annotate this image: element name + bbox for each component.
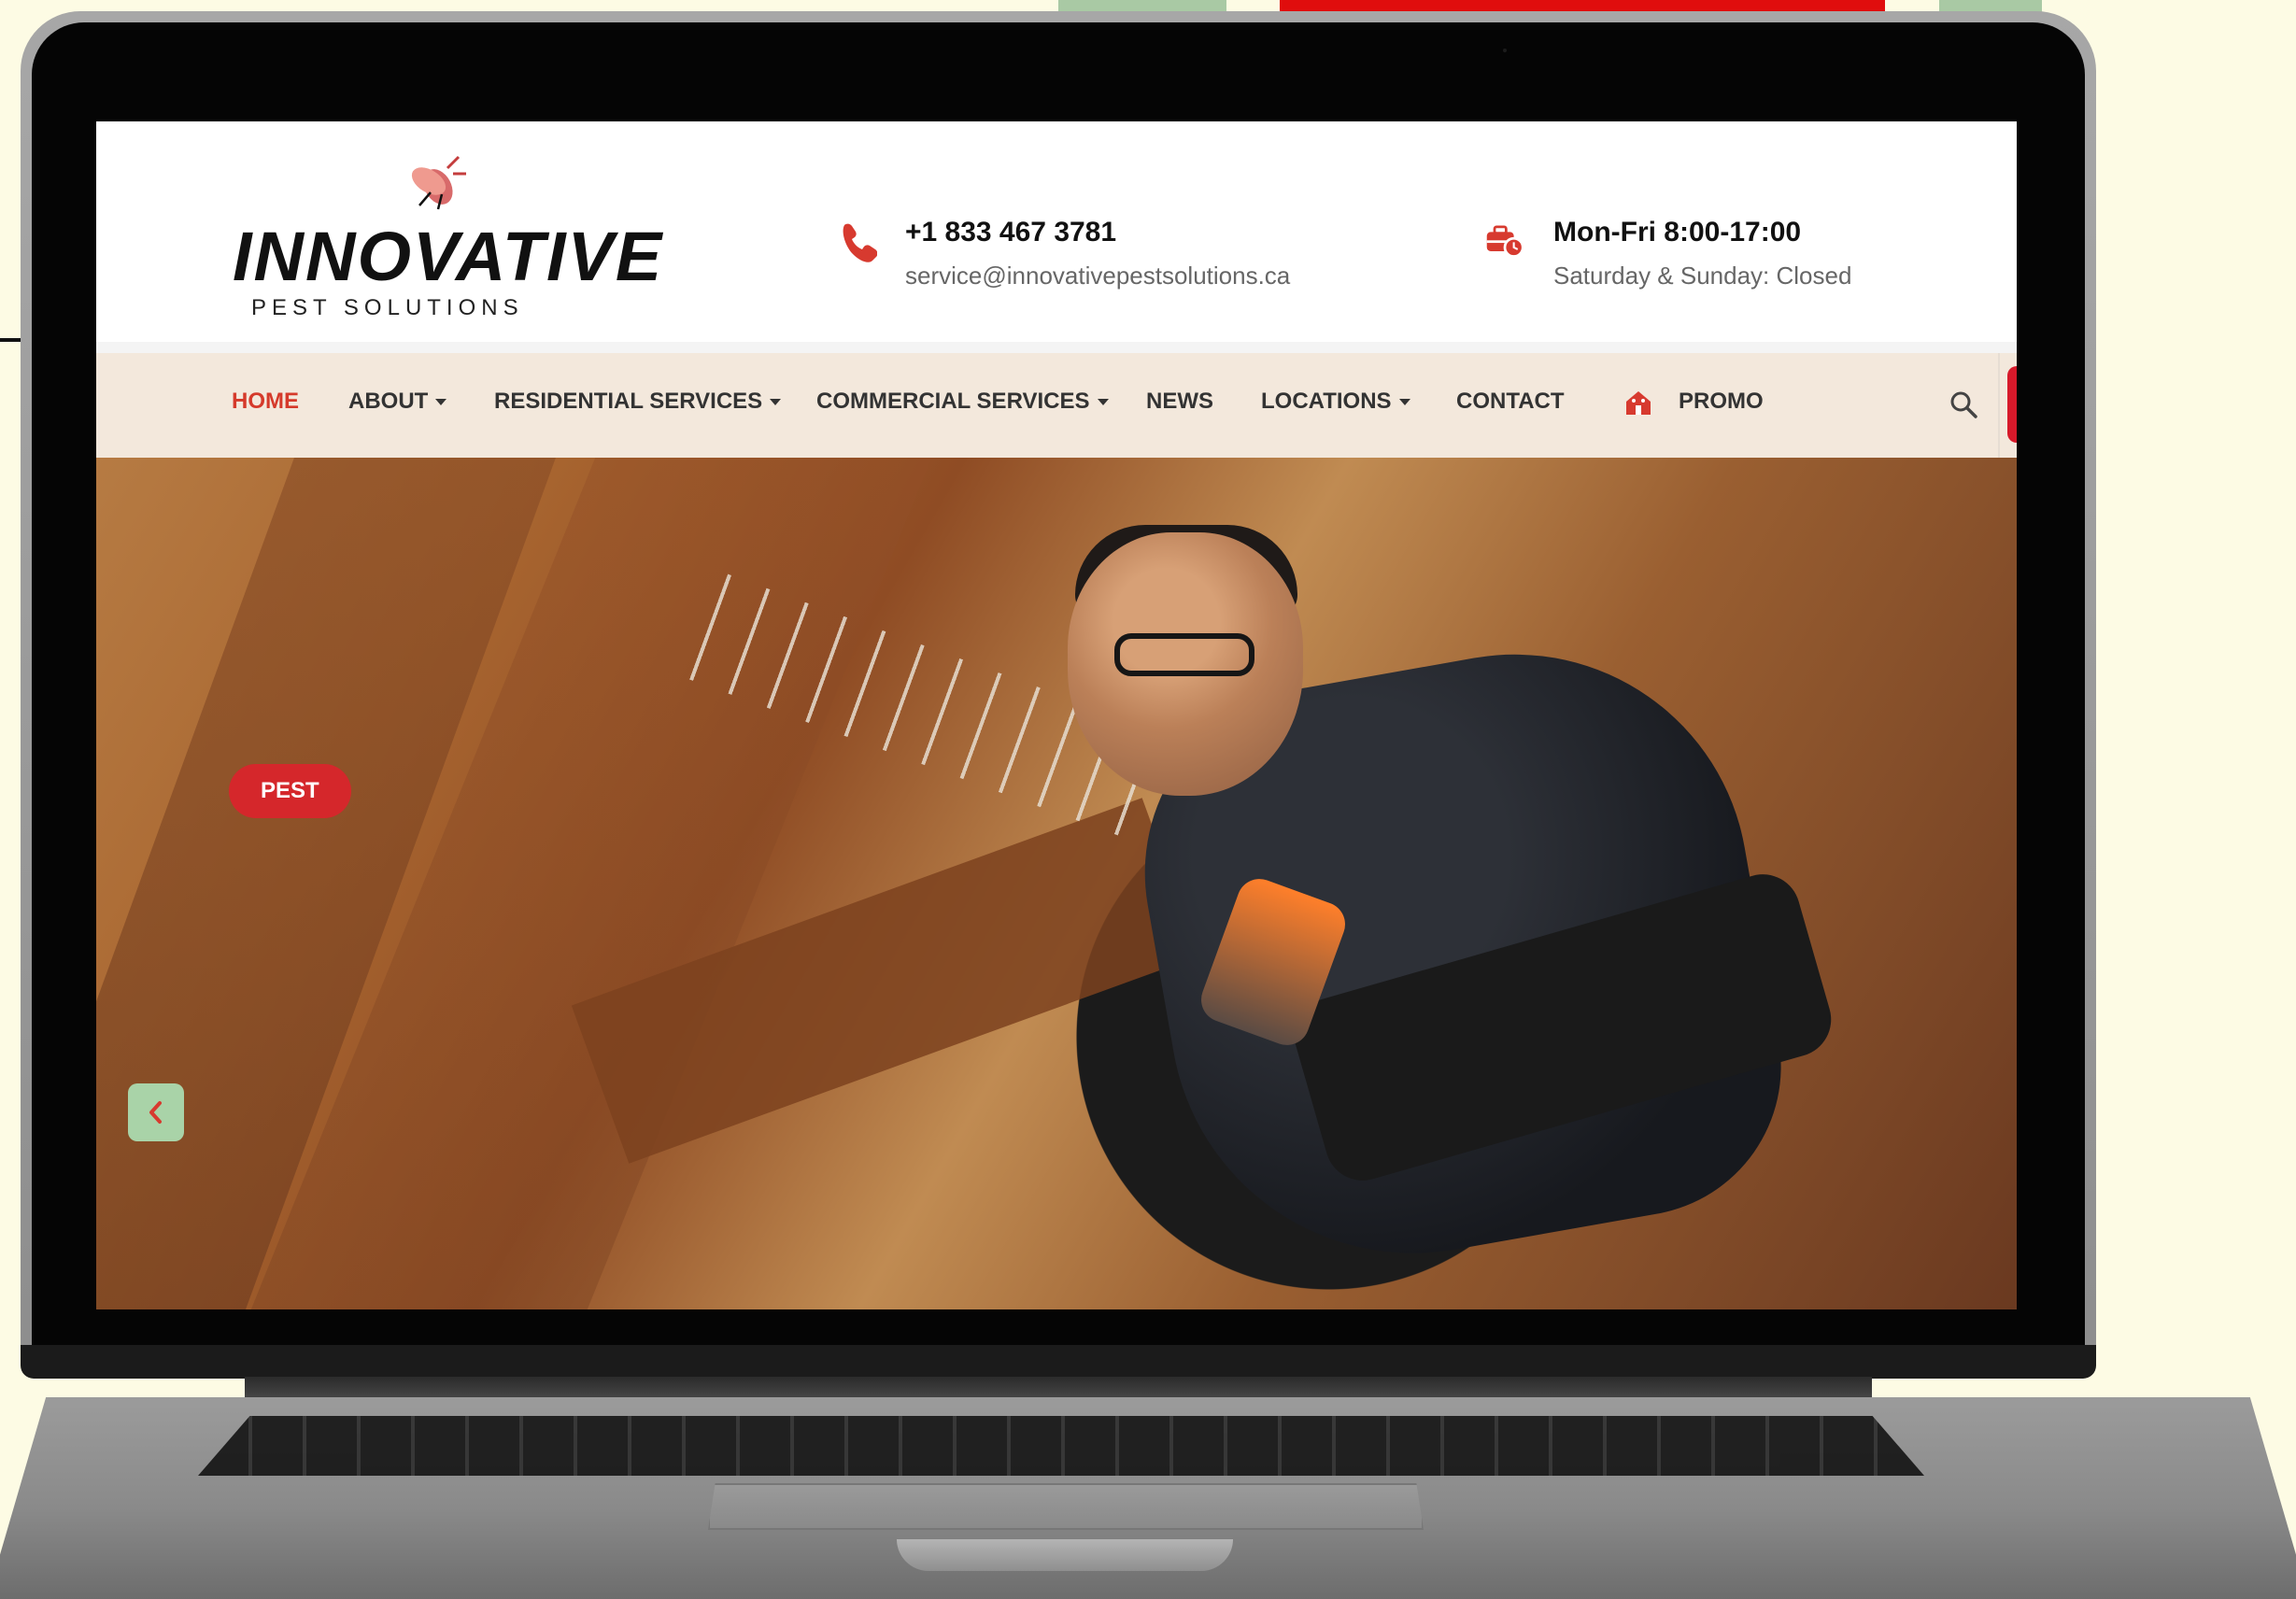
pest-badge[interactable]: PEST — [229, 764, 351, 818]
nav-locations[interactable]: LOCATIONS — [1261, 389, 1410, 415]
weekday-hours: Mon-Fri 8:00-17:00 — [1553, 217, 1802, 248]
hero-slider: PEST — [96, 458, 2017, 1309]
laptop-front-notch — [897, 1539, 1233, 1571]
site-logo[interactable]: INNOVATIVE PEST SOLUTIONS — [233, 155, 661, 320]
laptop-keyboard — [198, 1416, 1924, 1476]
nav-residential-services[interactable]: RESIDENTIAL SERVICES — [494, 389, 782, 415]
main-navigation: HOME ABOUT RESIDENTIAL SERVICES COMMERCI… — [96, 353, 2017, 458]
chevron-left-icon — [149, 1101, 162, 1124]
camera-dot — [1503, 49, 1507, 52]
dropdown-arrow-icon — [1097, 399, 1109, 406]
weekend-hours: Saturday & Sunday: Closed — [1553, 262, 1852, 290]
nav-commercial-label: COMMERCIAL SERVICES — [816, 389, 1090, 414]
nav-contact[interactable]: CONTACT — [1456, 389, 1565, 415]
nav-side-tab[interactable] — [2007, 366, 2017, 443]
nav-about-label: ABOUT — [348, 389, 429, 414]
phone-number[interactable]: +1 833 467 3781 — [905, 217, 1116, 248]
nav-home[interactable]: HOME — [232, 389, 299, 415]
website-screen: INNOVATIVE PEST SOLUTIONS +1 833 467 378… — [96, 121, 2017, 1309]
promo-house-icon[interactable] — [1623, 387, 1654, 418]
nav-news[interactable]: NEWS — [1146, 389, 1213, 415]
search-icon[interactable] — [1948, 389, 1979, 420]
email-address[interactable]: service@innovativepestsolutions.ca — [905, 262, 1290, 290]
nav-locations-label: LOCATIONS — [1261, 389, 1392, 414]
technician-glasses — [1114, 633, 1254, 676]
dropdown-arrow-icon — [435, 399, 447, 406]
nav-separator — [1998, 353, 2000, 458]
carousel-previous-button[interactable] — [128, 1083, 184, 1141]
logo-subtitle: PEST SOLUTIONS — [251, 295, 524, 320]
nav-commercial-services[interactable]: COMMERCIAL SERVICES — [816, 389, 1109, 415]
briefcase-clock-icon — [1486, 225, 1524, 258]
mosquito-logo-icon — [411, 155, 466, 210]
phone-icon — [843, 223, 877, 262]
laptop-lid-bottom — [21, 1345, 2096, 1379]
logo-title: INNOVATIVE — [233, 218, 664, 295]
nav-residential-label: RESIDENTIAL SERVICES — [494, 389, 763, 414]
dropdown-arrow-icon — [1398, 399, 1410, 406]
dropdown-arrow-icon — [770, 399, 782, 406]
laptop-trackpad — [708, 1483, 1424, 1530]
nav-about[interactable]: ABOUT — [348, 389, 447, 415]
top-header: INNOVATIVE PEST SOLUTIONS +1 833 467 378… — [96, 121, 2017, 353]
nav-promo[interactable]: PROMO — [1679, 389, 1764, 415]
